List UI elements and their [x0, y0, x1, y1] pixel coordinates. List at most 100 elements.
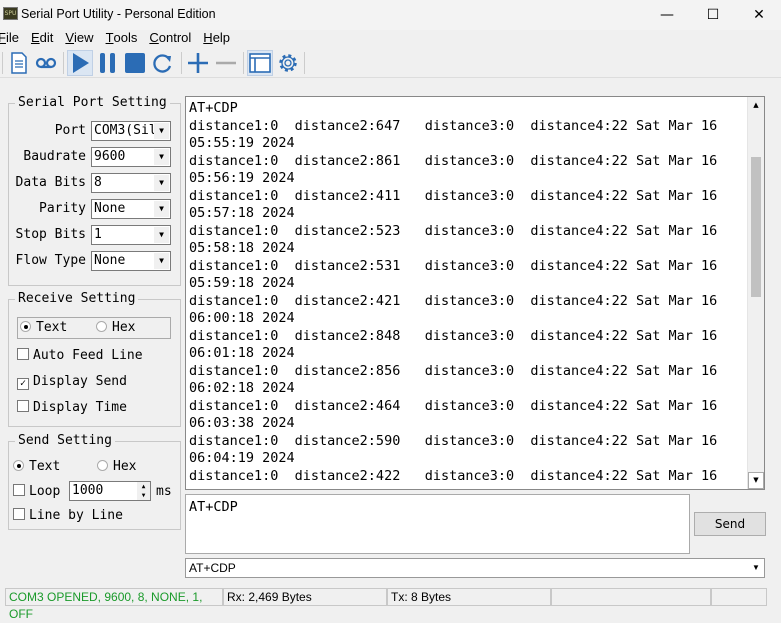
flow-type-select[interactable]: None ▼	[91, 251, 171, 271]
output-line: distance1:0 distance2:523 distance3:0 di…	[189, 222, 718, 239]
output-line: distance1:0 distance2:856 distance3:0 di…	[189, 362, 718, 379]
menu-mnemonic: H	[203, 30, 213, 45]
line-by-line-checkbox[interactable]: Line by Line	[13, 508, 123, 523]
send-setting-title: Send Setting	[15, 433, 115, 448]
close-button[interactable]: ✕	[736, 0, 781, 30]
data-bits-label: Data Bits	[15, 175, 86, 190]
port-label: Port	[54, 123, 86, 138]
window-icon[interactable]	[247, 50, 273, 76]
chevron-down-icon[interactable]: ▼	[154, 123, 169, 139]
output-line: distance1:0 distance2:531 distance3:0 di…	[189, 257, 718, 274]
status-bar: COM3 OPENED, 9600, 8, NONE, 1, OFF Rx: 2…	[0, 588, 781, 621]
menu-control[interactable]: Control	[149, 30, 197, 45]
menu-label: iew	[74, 30, 94, 45]
send-input-text: AT+CDP	[189, 499, 238, 515]
chevron-down-icon[interactable]: ▼	[154, 175, 169, 191]
baudrate-label: Baudrate	[23, 149, 86, 164]
output-line: 05:58:18 2024	[189, 240, 295, 256]
loop-interval-spinbox[interactable]: 1000 ▲ ▼	[69, 481, 151, 501]
tx-count: Tx: 8 Bytes	[387, 588, 551, 606]
scroll-down-arrow[interactable]: ▼	[748, 472, 764, 489]
output-line: 06:02:18 2024	[189, 380, 295, 396]
output-line: distance1:0 distance2:861 distance3:0 di…	[189, 152, 718, 169]
record-icon[interactable]	[33, 50, 59, 76]
output-line: 05:57:18 2024	[189, 205, 295, 221]
remove-icon[interactable]	[213, 50, 239, 76]
ms-label: ms	[156, 484, 172, 499]
window-title: Serial Port Utility - Personal Edition	[21, 7, 216, 21]
auto-feed-line-checkbox[interactable]: Auto Feed Line	[17, 348, 143, 363]
pause-icon[interactable]	[95, 50, 121, 76]
menu-tools[interactable]: Tools	[106, 30, 144, 45]
output-line: 05:56:19 2024	[189, 170, 295, 186]
output-line: distance1:0 distance2:411 distance3:0 di…	[189, 187, 718, 204]
output-line: distance1:0 distance2:848 distance3:0 di…	[189, 327, 718, 344]
parity-select[interactable]: None ▼	[91, 199, 171, 219]
scroll-thumb[interactable]	[751, 157, 761, 297]
menu-label: ile	[5, 30, 19, 45]
rx-count: Rx: 2,469 Bytes	[223, 588, 387, 606]
chevron-down-icon[interactable]: ▼	[154, 253, 169, 269]
play-icon[interactable]	[67, 50, 93, 76]
maximize-button[interactable]: ☐	[690, 0, 736, 30]
menu-help[interactable]: Help	[203, 30, 236, 45]
stop-bits-select[interactable]: 1 ▼	[91, 225, 171, 245]
refresh-icon[interactable]	[150, 50, 176, 76]
output-line: distance1:0 distance2:647 distance3:0 di…	[189, 117, 718, 134]
menu-label: ontrol	[158, 30, 192, 45]
parity-label: Parity	[39, 201, 86, 216]
output-line: 06:01:18 2024	[189, 345, 295, 361]
menu-view[interactable]: View	[65, 30, 99, 45]
baudrate-select[interactable]: 9600 ▼	[91, 147, 171, 167]
spin-arrows[interactable]: ▲ ▼	[137, 482, 150, 500]
port-select[interactable]: COM3(Sil ▼	[91, 121, 171, 141]
send-setting-group: Send Setting Text Hex Loop 1000 ▲ ▼ ms Li…	[8, 433, 181, 530]
receive-setting-title: Receive Setting	[15, 291, 139, 306]
chevron-down-icon[interactable]: ▼	[749, 560, 763, 576]
send-text-radio[interactable]: Text	[13, 459, 60, 474]
display-send-checkbox[interactable]: ✓ Display Send	[17, 374, 127, 390]
output-line: distance1:0 distance2:422 distance3:0 di…	[189, 467, 718, 484]
output-line: 06:04:19 2024	[189, 450, 295, 466]
minimize-button[interactable]: —	[644, 0, 690, 30]
menu-label: dit	[39, 30, 54, 45]
menu-file[interactable]: File	[0, 30, 25, 45]
status-cell-empty	[551, 588, 711, 606]
flow-type-label: Flow Type	[15, 253, 86, 268]
vertical-scrollbar[interactable]: ▲ ▼	[747, 97, 764, 489]
new-document-icon[interactable]	[6, 50, 32, 76]
scroll-up-arrow[interactable]: ▲	[748, 97, 764, 114]
stop-icon[interactable]	[122, 50, 148, 76]
chevron-down-icon[interactable]: ▼	[154, 201, 169, 217]
send-button[interactable]: Send	[694, 512, 766, 536]
send-input[interactable]: AT+CDP	[185, 494, 690, 554]
settings-gear-icon[interactable]	[275, 50, 301, 76]
output-text: AT+CDP distance1:0 distance2:647 distance…	[186, 97, 764, 485]
menu-mnemonic: E	[30, 30, 40, 45]
output-line: 05:59:18 2024	[189, 275, 295, 291]
output-line: AT+CDP	[189, 100, 238, 116]
send-history-combo[interactable]: AT+CDP ▼	[185, 558, 765, 578]
output-line: 06:03:38 2024	[189, 415, 295, 431]
receive-text-radio[interactable]: Text	[20, 320, 67, 335]
menu-edit[interactable]: Edit	[31, 30, 59, 45]
serial-port-setting-title: Serial Port Setting	[15, 95, 170, 110]
receive-output[interactable]: AT+CDP distance1:0 distance2:647 distance…	[185, 96, 765, 490]
loop-checkbox[interactable]: Loop	[13, 484, 60, 499]
receive-hex-radio[interactable]: Hex	[96, 318, 135, 338]
status-cell-empty-2	[711, 588, 767, 606]
menu-label: elp	[212, 30, 231, 45]
chevron-down-icon[interactable]: ▼	[154, 227, 169, 243]
menu-mnemonic: C	[149, 30, 159, 45]
port-status: COM3 OPENED, 9600, 8, NONE, 1, OFF	[5, 588, 223, 621]
chevron-down-icon[interactable]: ▼	[154, 149, 169, 165]
receive-mode-box: Text Hex	[17, 317, 171, 339]
send-hex-radio[interactable]: Hex	[97, 459, 136, 474]
serial-port-setting-group: Serial Port Setting Port COM3(Sil ▼ Baudra…	[8, 95, 181, 286]
display-time-checkbox[interactable]: Display Time	[17, 400, 127, 415]
output-line: distance1:0 distance2:421 distance3:0 di…	[189, 292, 718, 309]
data-bits-select[interactable]: 8 ▼	[91, 173, 171, 193]
add-icon[interactable]	[185, 50, 211, 76]
menu-label: ools	[113, 30, 138, 45]
receive-setting-group: Receive Setting Text Hex Auto Feed Line …	[8, 291, 181, 427]
